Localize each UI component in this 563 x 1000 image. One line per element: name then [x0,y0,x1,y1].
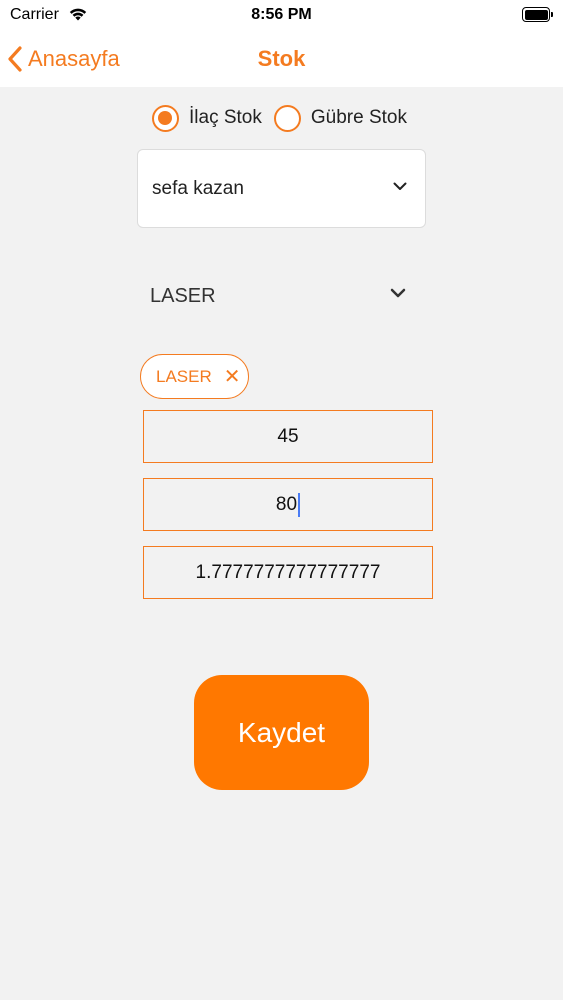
clock: 8:56 PM [251,6,312,23]
navigation-bar: Anasayfa Stok [0,30,563,87]
field-value: 80 [275,493,298,515]
radio-checked-icon [152,104,179,132]
product-dropdown[interactable]: LASER [137,276,426,316]
field-value: 1.7777777777777777 [195,561,381,583]
chevron-down-icon [393,182,407,190]
radio-label: İlaç Stok [189,107,262,128]
person-dropdown-value: sefa kazan [152,178,244,199]
selected-product-chip[interactable]: LASER ✕ [140,354,249,399]
quantity-field-1[interactable]: 45 [143,410,433,463]
close-icon[interactable]: ✕ [224,367,241,387]
page-title: Stok [257,46,306,71]
quantity-field-3[interactable]: 1.7777777777777777 [143,546,433,599]
chevron-down-icon [390,288,406,298]
stock-type-radio-group: İlaç Stok Gübre Stok [152,104,419,132]
battery-icon [522,7,553,22]
status-bar: Carrier 8:56 PM [0,0,563,30]
radio-label: Gübre Stok [310,107,407,128]
quantity-field-2[interactable]: 80 [143,478,433,531]
save-button[interactable]: Kaydet [194,675,369,790]
radio-unchecked-icon [273,104,301,132]
person-dropdown[interactable]: sefa kazan [137,149,426,228]
field-value: 45 [277,425,299,447]
radio-gubre-stok[interactable]: Gübre Stok [273,104,407,132]
text-cursor [298,492,301,517]
radio-ilac-stok[interactable]: İlaç Stok [152,104,262,132]
product-dropdown-value: LASER [150,285,216,307]
chip-label: LASER [156,366,212,386]
